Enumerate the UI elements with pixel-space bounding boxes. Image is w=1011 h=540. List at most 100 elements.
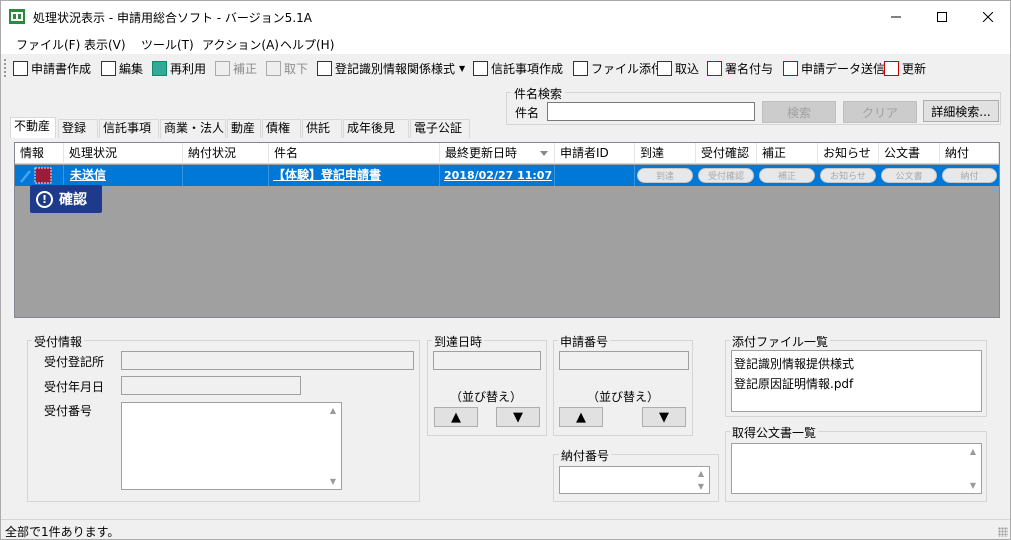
trust-matters-button[interactable]: 信託事項作成	[473, 59, 563, 77]
correction-icon	[215, 60, 230, 76]
application-number-field	[559, 351, 689, 370]
send-data-button[interactable]: 申請データ送信	[783, 59, 885, 77]
tab-deposit[interactable]: 供託	[302, 119, 342, 138]
col-payment[interactable]: 納付	[940, 143, 999, 164]
col-subject[interactable]: 件名	[269, 143, 440, 164]
correction-button[interactable]: 補正	[215, 59, 257, 77]
notice-pill-button[interactable]: お知らせ	[820, 168, 876, 183]
toolbar-grip[interactable]	[4, 59, 7, 77]
cell-subject[interactable]: 【体験】登記申請書	[269, 165, 440, 186]
col-applicant-id[interactable]: 申請者ID	[555, 143, 635, 164]
import-button[interactable]: 取込	[657, 59, 699, 77]
trust-matters-label: 信託事項作成	[491, 61, 564, 76]
sign-button[interactable]: 署名付与	[707, 59, 773, 77]
scroll-down-icon[interactable]: ▼	[326, 477, 340, 486]
menu-view[interactable]: 表示(V)	[84, 36, 126, 53]
detail-search-button[interactable]: 詳細検索...	[923, 100, 999, 122]
close-button[interactable]	[965, 1, 1011, 32]
col-arrival[interactable]: 到達	[635, 143, 696, 164]
withdraw-label: 取下	[284, 61, 309, 76]
col-correction[interactable]: 補正	[757, 143, 818, 164]
cell-payment-status	[183, 165, 269, 186]
tab-trust[interactable]: 信託事項	[99, 119, 159, 138]
edit-label: 編集	[119, 61, 144, 76]
tab-commercial[interactable]: 商業・法人	[160, 119, 226, 138]
minimize-button[interactable]	[873, 1, 919, 32]
col-notice[interactable]: お知らせ	[818, 143, 879, 164]
menu-help[interactable]: ヘルプ(H)	[280, 36, 334, 53]
clear-button[interactable]: クリア	[843, 101, 917, 123]
table-row[interactable]: 未送信 【体験】登記申請書 2018/02/27 11:07 到達 受付確認 補…	[15, 165, 999, 186]
application-number-sort-up-button[interactable]: ▲	[559, 407, 603, 427]
official-docs-legend: 取得公文書一覧	[730, 424, 819, 441]
col-receipt[interactable]: 受付確認	[696, 143, 757, 164]
arrival-field	[433, 351, 541, 370]
sign-label: 署名付与	[725, 61, 774, 76]
application-list[interactable]: 情報 処理状況 納付状況 件名 最終更新日時 申請者ID 到達 受付確認 補正 …	[14, 142, 1000, 318]
withdraw-button[interactable]: 取下	[266, 59, 308, 77]
tab-real-estate[interactable]: 不動産	[10, 117, 56, 138]
attach-file-button[interactable]: ファイル添付	[573, 59, 663, 77]
scroll-down-icon[interactable]: ▼	[966, 481, 980, 490]
scroll-down-icon[interactable]: ▼	[694, 482, 708, 491]
tab-movables[interactable]: 動産	[227, 119, 261, 138]
col-updated[interactable]: 最終更新日時	[440, 143, 555, 164]
arrival-pill-button[interactable]: 到達	[637, 168, 693, 183]
arrival-sort-down-button[interactable]: ▼	[496, 407, 540, 427]
tab-registration[interactable]: 登録	[58, 119, 98, 138]
resize-grip-icon[interactable]	[998, 527, 1008, 537]
col-status[interactable]: 処理状況	[64, 143, 183, 164]
application-number-sort-label: （並び替え）	[587, 390, 660, 404]
menu-file[interactable]: ファイル(F)	[16, 36, 80, 53]
maximize-button[interactable]	[919, 1, 965, 32]
cell-updated: 2018/02/27 11:07	[440, 165, 555, 186]
col-payment-status[interactable]: 納付状況	[183, 143, 269, 164]
application-window: 処理状況表示 - 申請用総合ソフト - バージョン5.1A ファイル(F) 表示…	[0, 0, 1011, 540]
seal-icon	[707, 60, 722, 76]
refresh-button[interactable]: 更新	[884, 59, 926, 77]
list-item[interactable]: 登記識別情報提供様式	[734, 355, 854, 372]
scroll-up-icon[interactable]: ▲	[326, 406, 340, 415]
search-button[interactable]: 検索	[762, 101, 836, 123]
receipt-pill-button[interactable]: 受付確認	[698, 168, 754, 183]
send-icon	[783, 60, 798, 76]
reuse-button[interactable]: 再利用	[152, 59, 206, 77]
title-bar: 処理状況表示 - 申請用総合ソフト - バージョン5.1A	[1, 1, 1010, 32]
col-official-doc[interactable]: 公文書	[879, 143, 940, 164]
official-doc-pill-button[interactable]: 公文書	[881, 168, 937, 183]
arrival-sort-up-button[interactable]: ▲	[434, 407, 478, 427]
scroll-up-icon[interactable]: ▲	[966, 447, 980, 456]
menu-tools[interactable]: ツール(T)	[141, 36, 194, 53]
col-info[interactable]: 情報	[15, 143, 64, 164]
receipt-date-label: 受付年月日	[44, 380, 105, 394]
withdraw-icon	[266, 60, 281, 76]
tab-notary[interactable]: 電子公証	[410, 119, 470, 138]
send-data-label: 申請データ送信	[801, 61, 886, 76]
import-label: 取込	[675, 61, 700, 76]
attachments-list[interactable]: 登記識別情報提供様式 登記原因証明情報.pdf	[731, 350, 982, 412]
menu-action[interactable]: アクション(A)	[202, 36, 279, 53]
receipt-number-field[interactable]: ▲ ▼	[121, 402, 342, 490]
correction-pill-button[interactable]: 補正	[759, 168, 815, 183]
scroll-up-icon[interactable]: ▲	[694, 469, 708, 478]
maximize-icon	[937, 11, 947, 22]
tab-guardianship[interactable]: 成年後見	[343, 119, 409, 138]
import-icon	[657, 60, 672, 76]
registration-info-form-button[interactable]: 登記識別情報関係様式 ▼	[317, 59, 465, 77]
payment-number-legend: 納付番号	[559, 447, 612, 464]
receipt-date-field	[121, 376, 301, 395]
subject-search-input[interactable]	[547, 102, 755, 121]
official-docs-list[interactable]: ▲ ▼	[731, 443, 982, 494]
payment-number-field[interactable]: ▲ ▼	[559, 466, 710, 494]
tab-claims[interactable]: 債権	[262, 119, 301, 138]
cell-info	[15, 165, 64, 186]
edit-icon	[101, 60, 116, 76]
confirm-badge[interactable]: ! 確認	[30, 185, 102, 213]
trust-icon	[473, 60, 488, 76]
application-number-sort-down-button[interactable]: ▼	[642, 407, 686, 427]
attach-file-label: ファイル添付	[591, 61, 664, 76]
list-item[interactable]: 登記原因証明情報.pdf	[734, 375, 853, 392]
create-application-button[interactable]: 申請書作成	[13, 59, 91, 77]
payment-pill-button[interactable]: 納付	[942, 168, 997, 183]
edit-button[interactable]: 編集	[101, 59, 143, 77]
